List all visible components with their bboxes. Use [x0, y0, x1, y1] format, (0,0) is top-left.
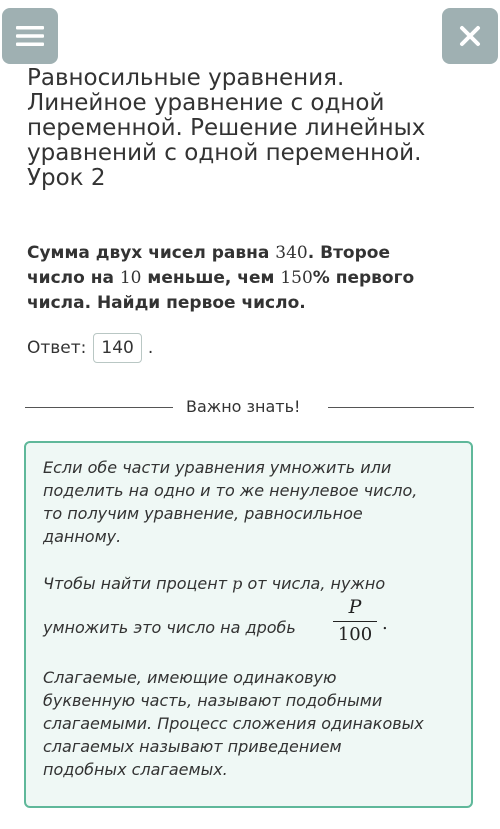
fraction-period: .: [382, 613, 388, 634]
info-line: буквенную часть, называют подобными: [43, 691, 383, 710]
title-line: переменной. Решение линейных: [27, 115, 426, 141]
important-heading: Важно знать!: [186, 397, 301, 416]
lesson-title: Равносильные уравнения. Линейное уравнен…: [27, 66, 467, 191]
fraction-bar: [333, 621, 377, 622]
info-line: Слагаемые, имеющие одинаковую: [43, 668, 337, 687]
info-paragraph: Если обе части уравнения умножить или по…: [43, 456, 468, 548]
fraction: P 100: [330, 595, 380, 646]
info-line: умножить это число на дробь: [43, 618, 296, 637]
answer-input[interactable]: 140: [93, 333, 142, 363]
question-line: число на 10 меньше, чем 150% первого: [27, 268, 415, 288]
info-line: данному.: [43, 527, 122, 546]
question-text: Сумма двух чисел равна 340. Второе число…: [27, 241, 477, 316]
title-line: Равносильные уравнения.: [27, 65, 345, 91]
answer-label: Ответ:: [27, 338, 87, 358]
info-line: то получим уравнение, равносильное: [43, 504, 363, 523]
info-line: поделить на одно и то же ненулевое число…: [43, 481, 418, 500]
answer-row: Ответ: 140 .: [27, 333, 153, 363]
info-line: слагаемыми. Процесс сложения одинаковых: [43, 714, 424, 733]
fraction-numerator: P: [348, 596, 362, 618]
info-paragraph: Слагаемые, имеющие одинаковую буквенную …: [43, 666, 468, 781]
close-icon: [460, 26, 480, 46]
title-line: Линейное уравнение с одной: [27, 90, 385, 116]
fraction-denominator: 100: [337, 624, 373, 645]
title-line: Урок 2: [27, 165, 106, 191]
close-button[interactable]: [442, 8, 498, 64]
info-line: слагаемых называют приведением: [43, 737, 342, 756]
question-line: числа. Найди первое число.: [27, 293, 306, 313]
info-paragraph: Чтобы найти процент p от числа, нужно: [43, 572, 468, 595]
divider-line-right: [328, 407, 474, 408]
menu-icon: [16, 26, 44, 46]
info-box: Если обе части уравнения умножить или по…: [24, 441, 473, 808]
info-line: Если обе части уравнения умножить или: [43, 458, 392, 477]
title-line: уравнений с одной переменной.: [27, 140, 422, 166]
info-line: подобных слагаемых.: [43, 760, 228, 779]
menu-button[interactable]: [2, 8, 58, 64]
answer-suffix: .: [147, 338, 154, 358]
divider-line-left: [25, 407, 173, 408]
info-paragraph: умножить это число на дробь: [43, 616, 468, 639]
question-line: Сумма двух чисел равна 340. Второе: [27, 243, 390, 263]
info-line: Чтобы найти процент p от числа, нужно: [43, 574, 386, 593]
